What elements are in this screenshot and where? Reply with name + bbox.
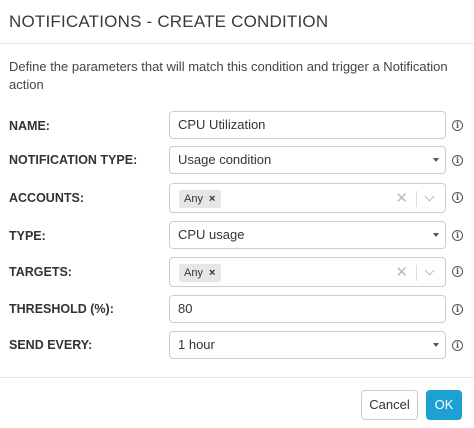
targets-label: TARGETS:: [9, 265, 72, 279]
cancel-button[interactable]: Cancel: [361, 390, 418, 420]
ok-button[interactable]: OK: [426, 390, 462, 420]
notification-type-value: Usage condition: [178, 152, 272, 167]
indicator-separator: [416, 191, 417, 207]
info-icon[interactable]: i: [452, 340, 463, 351]
name-input[interactable]: CPU Utilization: [169, 111, 446, 139]
chevron-down-icon[interactable]: [424, 191, 435, 202]
type-value: CPU usage: [178, 227, 245, 242]
targets-tag: Any ×: [179, 264, 222, 282]
footer-divider: [0, 377, 474, 378]
dialog-description: Define the parameters that will match th…: [9, 59, 448, 92]
type-label: TYPE:: [9, 229, 46, 243]
accounts-tag-label: Any: [184, 193, 203, 205]
clear-icon[interactable]: ✕: [395, 258, 408, 288]
notification-type-label: NOTIFICATION TYPE:: [9, 153, 138, 167]
info-icon[interactable]: i: [452, 192, 463, 203]
threshold-value: 80: [178, 301, 193, 316]
dropdown-caret-icon: [433, 233, 439, 237]
accounts-multiselect[interactable]: Any × ✕: [169, 183, 446, 213]
accounts-label: ACCOUNTS:: [9, 191, 84, 205]
indicator-separator: [416, 265, 417, 281]
targets-tag-label: Any: [184, 267, 203, 279]
accounts-tag: Any ×: [179, 190, 222, 208]
info-icon[interactable]: i: [452, 155, 463, 166]
type-select[interactable]: CPU usage: [169, 221, 446, 249]
threshold-label: THRESHOLD (%):: [9, 302, 114, 316]
clear-icon[interactable]: ✕: [395, 184, 408, 214]
dropdown-caret-icon: [433, 343, 439, 347]
name-input-value: CPU Utilization: [178, 117, 266, 132]
dropdown-caret-icon: [433, 158, 439, 162]
info-icon[interactable]: i: [452, 304, 463, 315]
chevron-down-icon[interactable]: [424, 265, 435, 276]
name-label: NAME:: [9, 119, 50, 133]
send-every-value: 1 hour: [178, 337, 215, 352]
notification-type-select[interactable]: Usage condition: [169, 146, 446, 174]
info-icon[interactable]: i: [452, 120, 463, 131]
info-icon[interactable]: i: [452, 230, 463, 241]
targets-multiselect[interactable]: Any × ✕: [169, 257, 446, 287]
threshold-input[interactable]: 80: [169, 295, 446, 323]
send-every-select[interactable]: 1 hour: [169, 331, 446, 359]
tag-remove-icon[interactable]: ×: [209, 267, 215, 279]
dialog-title: NOTIFICATIONS - CREATE CONDITION: [9, 12, 329, 31]
header-divider: [0, 43, 474, 44]
send-every-label: SEND EVERY:: [9, 338, 93, 352]
info-icon[interactable]: i: [452, 266, 463, 277]
tag-remove-icon[interactable]: ×: [209, 193, 215, 205]
